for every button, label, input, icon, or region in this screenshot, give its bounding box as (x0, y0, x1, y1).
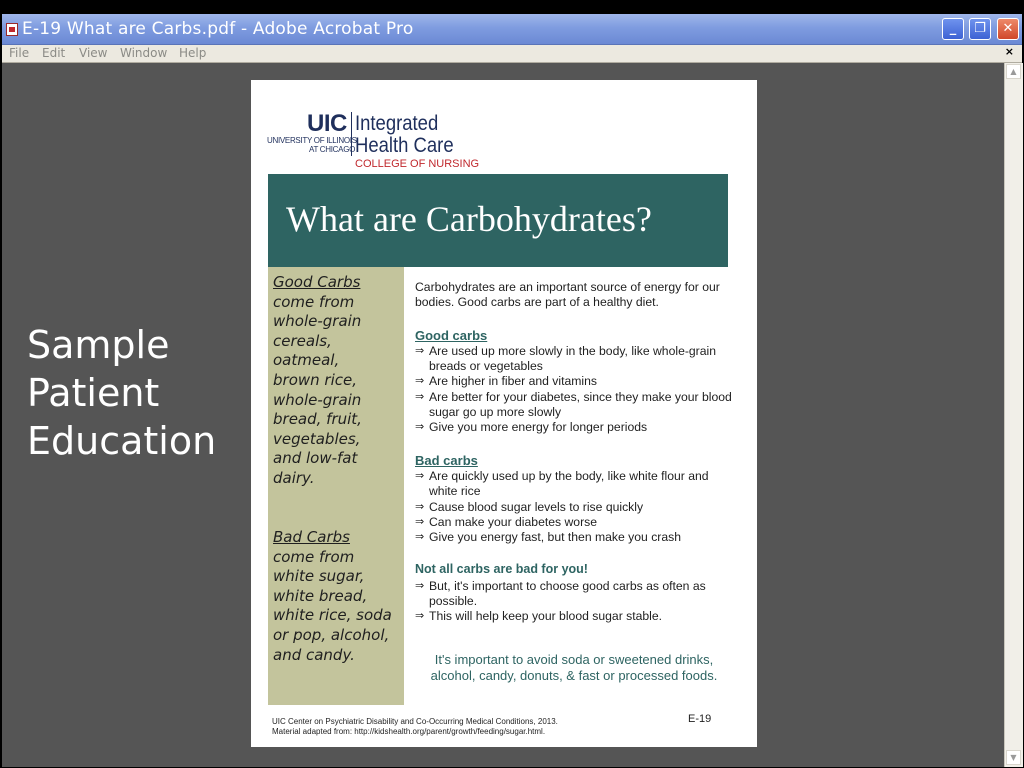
list-item-text: Are quickly used up by the body, like wh… (429, 468, 709, 499)
double-arrow-icon: ⇒ (415, 515, 425, 528)
double-arrow-icon: ⇒ (415, 375, 425, 388)
list-item: ⇒ But, it's important to choose good carb… (415, 579, 737, 610)
close-document-icon[interactable]: × (1005, 45, 1014, 58)
slide-caption: Sample Patient Education (27, 321, 216, 465)
uic-logo: UIC UNIVERSITY OF ILLINOIS AT CHICAGO In… (267, 110, 507, 172)
footer-credit: UIC Center on Psychiatric Disability and… (272, 717, 558, 726)
title-banner: What are Carbohydrates? (268, 174, 728, 267)
good-carbs-line: whole-grain (273, 312, 362, 331)
scroll-up-icon[interactable]: ▲ (1006, 64, 1021, 79)
logo-integrated-text: Integrated (355, 112, 439, 135)
acrobat-pdf-icon (6, 23, 18, 36)
vertical-scrollbar[interactable]: ▲ ▼ (1004, 63, 1023, 767)
main-text-column: Carbohydrates are an important source of… (415, 280, 737, 642)
bad-carbs-heading: Bad Carbs (273, 528, 350, 546)
list-item-text: This will help keep your blood sugar sta… (429, 609, 663, 624)
double-arrow-icon: ⇒ (415, 579, 425, 592)
caption-line: Sample (27, 323, 170, 367)
good-carbs-line: bread, fruit, (273, 410, 362, 429)
screen: E-19 What are Carbs.pdf - Adobe Acrobat … (0, 0, 1024, 768)
bad-carbs-line: white rice, soda (273, 606, 392, 625)
document-code: E-19 (688, 713, 712, 725)
bad-carbs-block: Bad Carbs come from white sugar, white b… (273, 528, 392, 665)
list-item: ⇒ This will help keep your blood sugar st… (415, 609, 737, 624)
menu-file[interactable]: File (9, 46, 29, 60)
good-carbs-line: brown rice, (273, 370, 357, 389)
good-carbs-line: oatmeal, (273, 351, 340, 370)
good-carbs-line: cereals, (273, 331, 332, 350)
bad-carbs-line: or pop, alcohol, (273, 625, 390, 644)
page-footer: UIC Center on Psychiatric Disability and… (272, 717, 558, 737)
caption-line: Patient (27, 371, 160, 415)
menu-help[interactable]: Help (179, 46, 206, 60)
good-carbs-section-heading: Good carbs (415, 327, 488, 343)
list-item: ⇒ Are quickly used up by the body, like w… (415, 469, 737, 500)
document-title: What are Carbohydrates? (286, 199, 652, 239)
good-carbs-line: come from (273, 292, 355, 311)
list-item: ⇒ Give you more energy for longer periods (415, 420, 737, 435)
list-item-text: Are better for your diabetes, since they… (429, 389, 732, 420)
list-item: ⇒ Give you energy fast, but then make you… (415, 530, 737, 545)
list-item-text: Are used up more slowly in the body, lik… (429, 343, 717, 374)
double-arrow-icon: ⇒ (415, 344, 425, 357)
list-item: ⇒ Are higher in fiber and vitamins (415, 374, 737, 389)
good-carbs-heading: Good Carbs (273, 273, 361, 291)
list-item: ⇒ Are used up more slowly in the body, li… (415, 344, 737, 375)
menu-window[interactable]: Window (120, 46, 167, 60)
bad-carbs-list: ⇒ Are quickly used up by the body, like w… (415, 469, 737, 545)
good-carbs-block: Good Carbs come from whole-grain cereals… (273, 273, 362, 489)
bad-carbs-section-heading: Bad carbs (415, 452, 478, 468)
bad-carbs-line: white bread, (273, 586, 368, 605)
logo-chicago-text: AT CHICAGO (309, 145, 356, 154)
caption-line: Education (27, 419, 217, 463)
bad-carbs-line: come from (273, 547, 355, 566)
double-arrow-icon: ⇒ (415, 610, 425, 623)
bad-carbs-line: and candy. (273, 645, 355, 664)
logo-college-text: COLLEGE OF NURSING (355, 158, 480, 170)
top-black-strip (0, 0, 1024, 14)
pdf-page: UIC UNIVERSITY OF ILLINOIS AT CHICAGO In… (251, 80, 757, 747)
window-title: E-19 What are Carbs.pdf - Adobe Acrobat … (22, 19, 414, 39)
logo-uic-text: UIC (307, 110, 347, 137)
not-all-carbs-list: ⇒ But, it's important to choose good carb… (415, 579, 737, 625)
scroll-down-icon[interactable]: ▼ (1006, 750, 1021, 765)
list-item: ⇒ Can make your diabetes worse (415, 515, 737, 530)
list-item-text: Can make your diabetes worse (429, 514, 598, 529)
close-button[interactable]: ✕ (997, 18, 1019, 40)
not-all-carbs-heading: Not all carbs are bad for you! (415, 562, 588, 577)
good-carbs-line: whole-grain (273, 390, 362, 409)
list-item-text: Cause blood sugar levels to rise quickly (429, 499, 644, 514)
window-titlebar[interactable]: E-19 What are Carbs.pdf - Adobe Acrobat … (2, 14, 1022, 45)
menu-bar: File Edit View Window Help × (2, 45, 1022, 63)
list-item: ⇒ Are better for your diabetes, since the… (415, 390, 737, 421)
bad-carbs-line: white sugar, (273, 567, 365, 586)
menu-view[interactable]: View (79, 46, 107, 60)
intro-paragraph: Carbohydrates are an important source of… (415, 280, 720, 310)
logo-university-text: UNIVERSITY OF ILLINOIS (267, 136, 357, 145)
list-item-text: Give you more energy for longer periods (429, 420, 648, 435)
callout-text: It's important to avoid soda or sweetene… (430, 652, 718, 683)
logo-divider (351, 112, 352, 156)
logo-health-care-text: Health Care (355, 134, 454, 157)
good-carbs-line: dairy. (273, 468, 315, 487)
list-item-text: But, it's important to choose good carbs… (429, 578, 706, 609)
minimize-button[interactable]: _ (942, 18, 964, 40)
list-item-text: Give you energy fast, but then make you … (429, 530, 682, 545)
good-carbs-list: ⇒ Are used up more slowly in the body, li… (415, 344, 737, 436)
footer-source: Material adapted from: http://kidshealth… (272, 727, 546, 736)
double-arrow-icon: ⇒ (415, 390, 425, 403)
good-carbs-line: vegetables, (273, 429, 361, 448)
menu-edit[interactable]: Edit (42, 46, 65, 60)
list-item-text: Are higher in fiber and vitamins (429, 374, 598, 389)
double-arrow-icon: ⇒ (415, 421, 425, 434)
double-arrow-icon: ⇒ (415, 531, 425, 544)
double-arrow-icon: ⇒ (415, 500, 425, 513)
maximize-button[interactable]: ❐ (969, 18, 991, 40)
good-carbs-line: and low-fat (273, 449, 358, 468)
left-sidebar-column: Good Carbs come from whole-grain cereals… (268, 267, 404, 705)
list-item: ⇒ Cause blood sugar levels to rise quickl… (415, 500, 737, 515)
double-arrow-icon: ⇒ (415, 469, 425, 482)
